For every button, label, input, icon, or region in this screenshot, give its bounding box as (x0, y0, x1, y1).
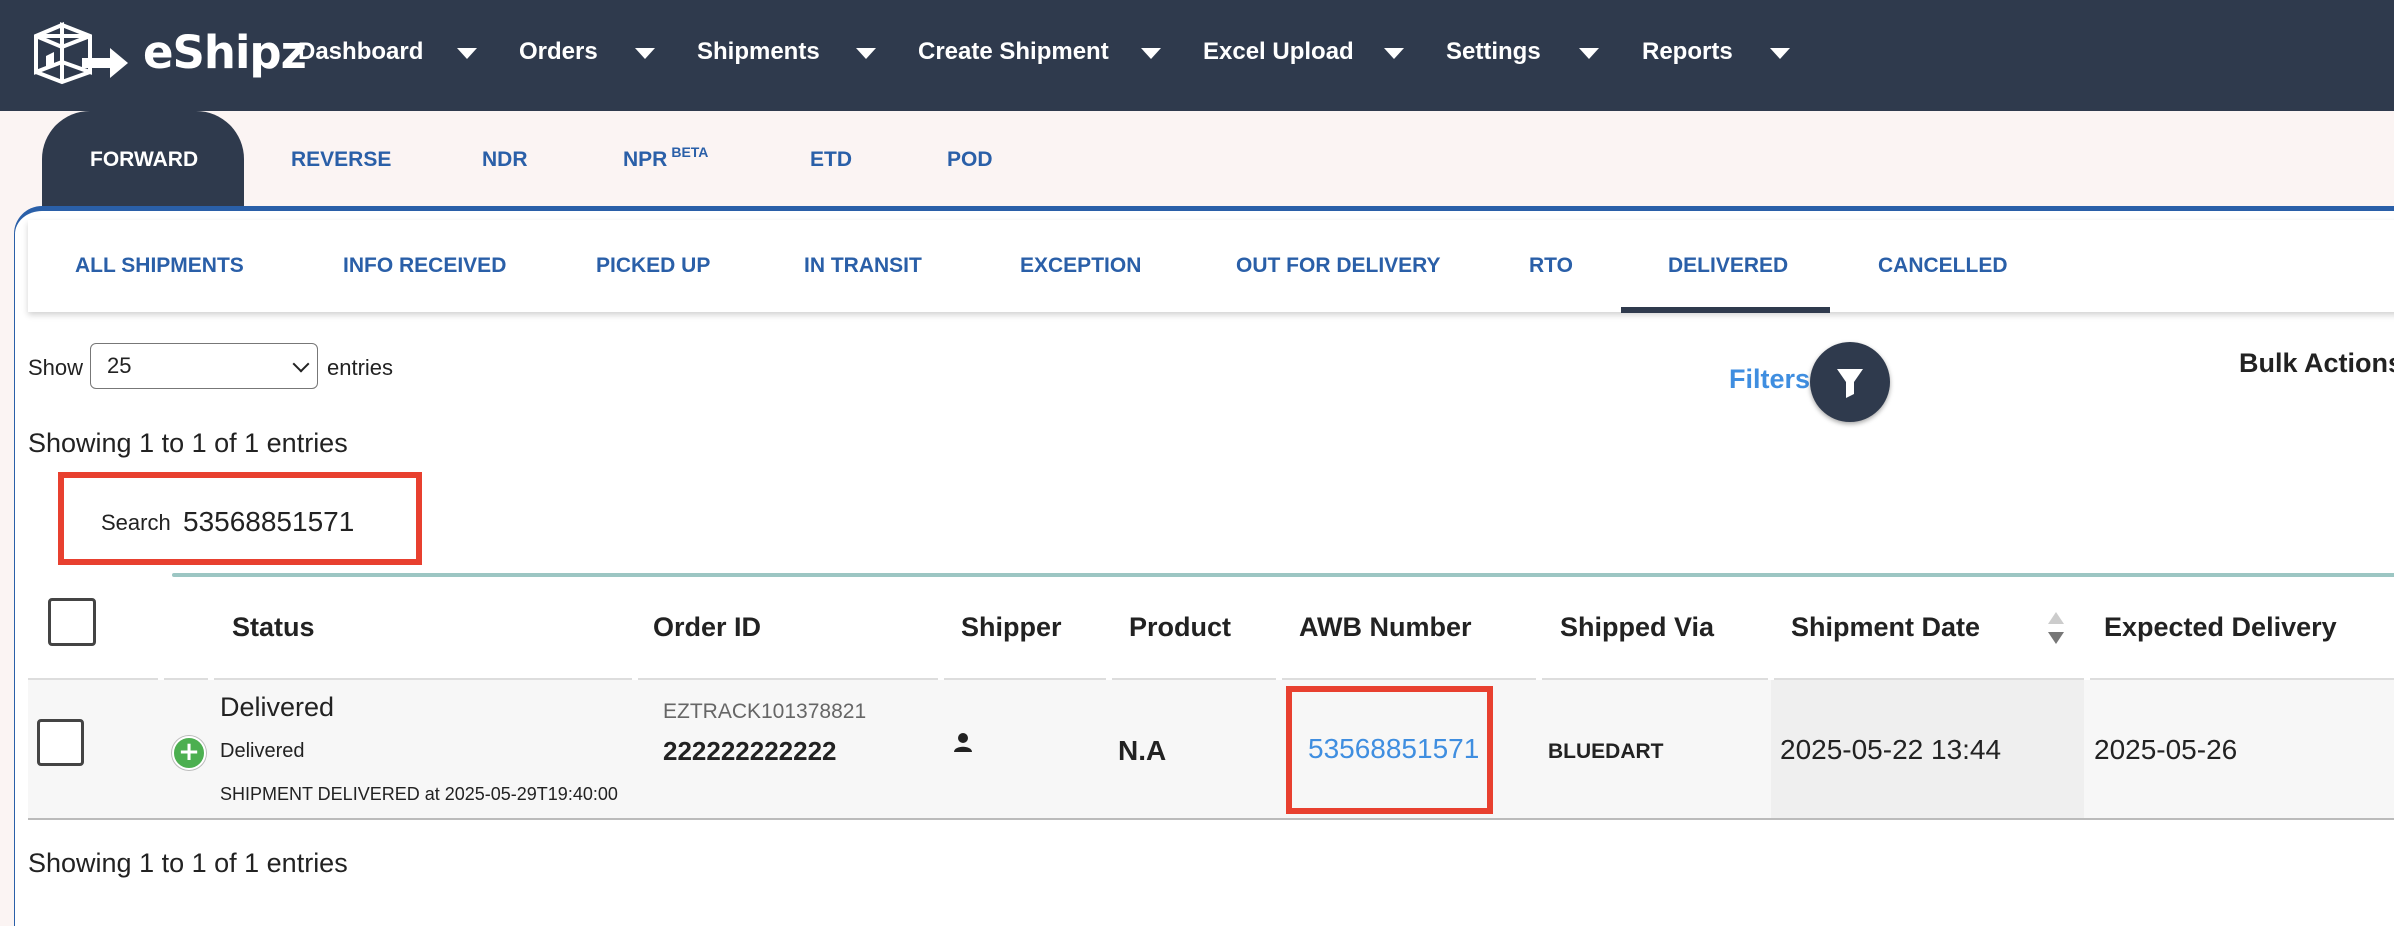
showing-entries-top: Showing 1 to 1 of 1 entries (28, 428, 348, 458)
nav-shipments[interactable]: Shipments (697, 38, 820, 66)
top-navbar: eShipz Dashboard Orders Shipments Create… (0, 0, 2394, 111)
table-top-line (172, 573, 2394, 577)
status-title: Delivered (220, 692, 335, 722)
brand-name[interactable]: eShipz (143, 26, 307, 79)
bulk-actions-label[interactable]: Bulk Actions (2239, 348, 2394, 379)
col-awb-number[interactable]: AWB Number (1299, 612, 1472, 643)
order-id[interactable]: 222222222222 (663, 736, 837, 767)
subtab-exception[interactable]: EXCEPTION (1020, 254, 1141, 278)
expected-delivery: 2025-05-26 (2094, 734, 2238, 765)
subtab-out-for-delivery[interactable]: OUT FOR DELIVERY (1236, 254, 1441, 278)
nav-orders[interactable]: Orders (519, 38, 598, 66)
caret-down-icon[interactable] (1579, 48, 1599, 59)
status-sub: Delivered (220, 740, 305, 762)
col-product[interactable]: Product (1129, 612, 1231, 643)
select-all-checkbox[interactable] (48, 598, 96, 646)
col-shipper[interactable]: Shipper (961, 612, 1062, 643)
subtab-cancelled[interactable]: CANCELLED (1878, 254, 2008, 278)
order-ref: EZTRACK101378821 (663, 700, 867, 723)
entries-select[interactable]: 25 (90, 343, 318, 389)
caret-down-icon[interactable] (856, 48, 876, 59)
tab-pod[interactable]: POD (947, 148, 993, 172)
subtab-in-transit[interactable]: IN TRANSIT (804, 254, 922, 278)
logo-box-icon (34, 21, 128, 85)
filter-button[interactable] (1810, 342, 1890, 422)
sort-icon[interactable] (2046, 610, 2066, 646)
nav-reports[interactable]: Reports (1642, 38, 1733, 66)
col-shipment-date[interactable]: Shipment Date (1791, 612, 1980, 643)
beta-badge: BETA (671, 144, 709, 160)
col-expected-delivery[interactable]: Expected Delivery (2104, 612, 2337, 643)
status-detail: SHIPMENT DELIVERED at 2025-05-29T19:40:0… (220, 784, 618, 804)
row-divider (28, 818, 2394, 820)
subtab-picked-up[interactable]: PICKED UP (596, 254, 710, 278)
nav-excel-upload[interactable]: Excel Upload (1203, 38, 1354, 66)
tab-reverse[interactable]: REVERSE (291, 148, 391, 172)
shipped-via: BLUEDART (1548, 740, 1664, 763)
tab-ndr[interactable]: NDR (482, 148, 528, 172)
active-subtab-underline (1621, 307, 1830, 313)
subtab-rto[interactable]: RTO (1529, 254, 1573, 278)
subtab-all-shipments[interactable]: ALL SHIPMENTS (75, 254, 244, 278)
subtab-info-received[interactable]: INFO RECEIVED (343, 254, 506, 278)
filter-funnel-icon (1837, 369, 1863, 398)
chevron-down-icon (292, 355, 310, 373)
entries-select-value: 25 (107, 353, 132, 378)
col-order-id[interactable]: Order ID (653, 612, 761, 643)
tab-npr[interactable]: NPR BETA (623, 144, 708, 172)
person-icon (954, 733, 972, 752)
showing-entries-bottom: Showing 1 to 1 of 1 entries (28, 848, 348, 878)
product: N.A (1118, 735, 1167, 766)
col-shipped-via[interactable]: Shipped Via (1560, 612, 1714, 643)
awb-link[interactable]: 53568851571 (1308, 733, 1479, 765)
tab-etd[interactable]: ETD (810, 148, 852, 172)
col-status[interactable]: Status (232, 612, 315, 643)
search-label: Search (101, 510, 171, 535)
plus-icon[interactable]: + (172, 736, 206, 770)
search-input[interactable] (183, 500, 403, 544)
nav-create-shipment[interactable]: Create Shipment (918, 38, 1109, 66)
filters-label[interactable]: Filters (1729, 364, 1810, 395)
subtab-delivered[interactable]: DELIVERED (1668, 254, 1788, 278)
entries-label: entries (327, 355, 394, 380)
tab-npr-label: NPR (623, 148, 668, 171)
nav-settings[interactable]: Settings (1446, 38, 1541, 66)
caret-down-icon[interactable] (1770, 48, 1790, 59)
show-label: Show (28, 355, 84, 380)
caret-down-icon[interactable] (457, 48, 477, 59)
caret-down-icon[interactable] (1141, 48, 1161, 59)
caret-down-icon[interactable] (635, 48, 655, 59)
caret-down-icon[interactable] (1384, 48, 1404, 59)
row-checkbox[interactable] (37, 719, 84, 766)
shipment-date: 2025-05-22 13:44 (1780, 734, 2002, 765)
tab-forward[interactable]: FORWARD (90, 148, 198, 172)
nav-dashboard[interactable]: Dashboard (298, 38, 423, 66)
